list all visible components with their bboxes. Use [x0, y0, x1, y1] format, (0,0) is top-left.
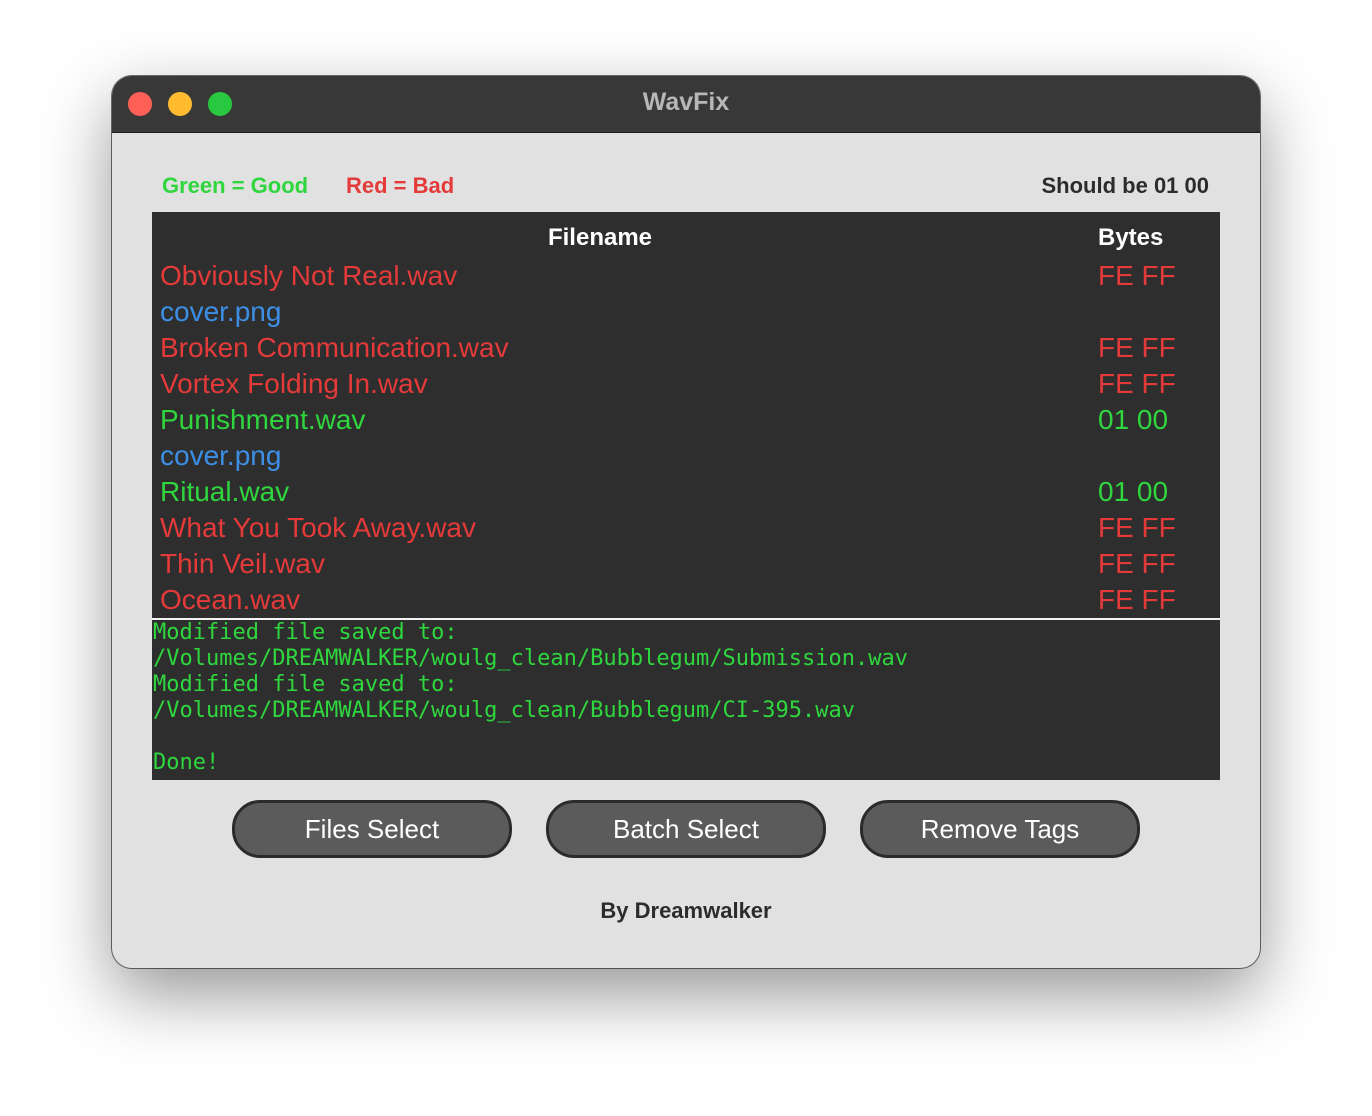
table-row[interactable]: Punishment.wav 01 00 — [152, 402, 1220, 438]
expected-bytes-label: Should be 01 00 — [1041, 173, 1210, 198]
files-select-button[interactable]: Files Select — [232, 800, 512, 858]
table-row[interactable]: Obviously Not Real.wav FE FF — [152, 258, 1220, 294]
title-bar[interactable]: WavFix — [112, 76, 1260, 133]
table-row[interactable]: Ocean.wav FE FF — [152, 582, 1220, 618]
bytes-cell: 01 00 — [1098, 476, 1169, 507]
app-window: WavFix Green = Good Red = Bad Should be … — [112, 76, 1260, 968]
table-row[interactable]: cover.png — [152, 438, 1220, 474]
bytes-cell: 01 00 — [1098, 404, 1169, 435]
filename-cell: Punishment.wav — [160, 404, 366, 435]
console-line: Modified file saved to: — [153, 620, 458, 645]
console-line: Modified file saved to: — [153, 672, 458, 697]
bytes-cell: FE FF — [1098, 368, 1176, 399]
bytes-column-header: Bytes — [1098, 224, 1164, 251]
table-row[interactable]: Thin Veil.wav FE FF — [152, 546, 1220, 582]
filename-column-header: Filename — [547, 224, 653, 251]
bytes-cell: FE FF — [1098, 260, 1176, 291]
filename-cell: cover.png — [160, 440, 282, 471]
table-row[interactable]: Vortex Folding In.wav FE FF — [152, 366, 1220, 402]
filename-cell: Obviously Not Real.wav — [160, 260, 458, 291]
filename-cell: cover.png — [160, 296, 282, 327]
bytes-cell: FE FF — [1098, 512, 1176, 543]
bytes-cell: FE FF — [1098, 548, 1176, 579]
window-title: WavFix — [642, 88, 730, 116]
table-row[interactable]: What You Took Away.wav FE FF — [152, 510, 1220, 546]
bytes-cell: FE FF — [1098, 584, 1176, 615]
output-console[interactable]: Modified file saved to:/Volumes/DREAMWAL… — [152, 620, 1220, 780]
filename-cell: Ocean.wav — [160, 584, 301, 615]
filename-cell: Broken Communication.wav — [160, 332, 509, 363]
table-row[interactable]: Ritual.wav 01 00 — [152, 474, 1220, 510]
console-line: Done! — [153, 750, 220, 775]
console-line: /Volumes/DREAMWALKER/woulg_clean/Bubbleg… — [153, 698, 855, 723]
filename-cell: What You Took Away.wav — [160, 512, 476, 543]
filename-cell: Ritual.wav — [160, 476, 290, 507]
batch-select-button[interactable]: Batch Select — [546, 800, 826, 858]
filename-cell: Thin Veil.wav — [160, 548, 325, 579]
file-table[interactable]: Filename Bytes Obviously Not Real.wav FE … — [152, 212, 1220, 618]
table-row[interactable]: cover.png — [152, 294, 1220, 330]
legend-bad-label: Red = Bad — [346, 173, 455, 198]
credit-label: By Dreamwalker — [600, 898, 772, 923]
filename-cell: Vortex Folding In.wav — [160, 368, 428, 399]
remove-tags-button[interactable]: Remove Tags — [860, 800, 1140, 858]
bytes-cell: FE FF — [1098, 332, 1176, 363]
table-row[interactable]: Broken Communication.wav FE FF — [152, 330, 1220, 366]
legend-good-label: Green = Good — [162, 173, 309, 198]
console-line: /Volumes/DREAMWALKER/woulg_clean/Bubbleg… — [153, 646, 908, 671]
